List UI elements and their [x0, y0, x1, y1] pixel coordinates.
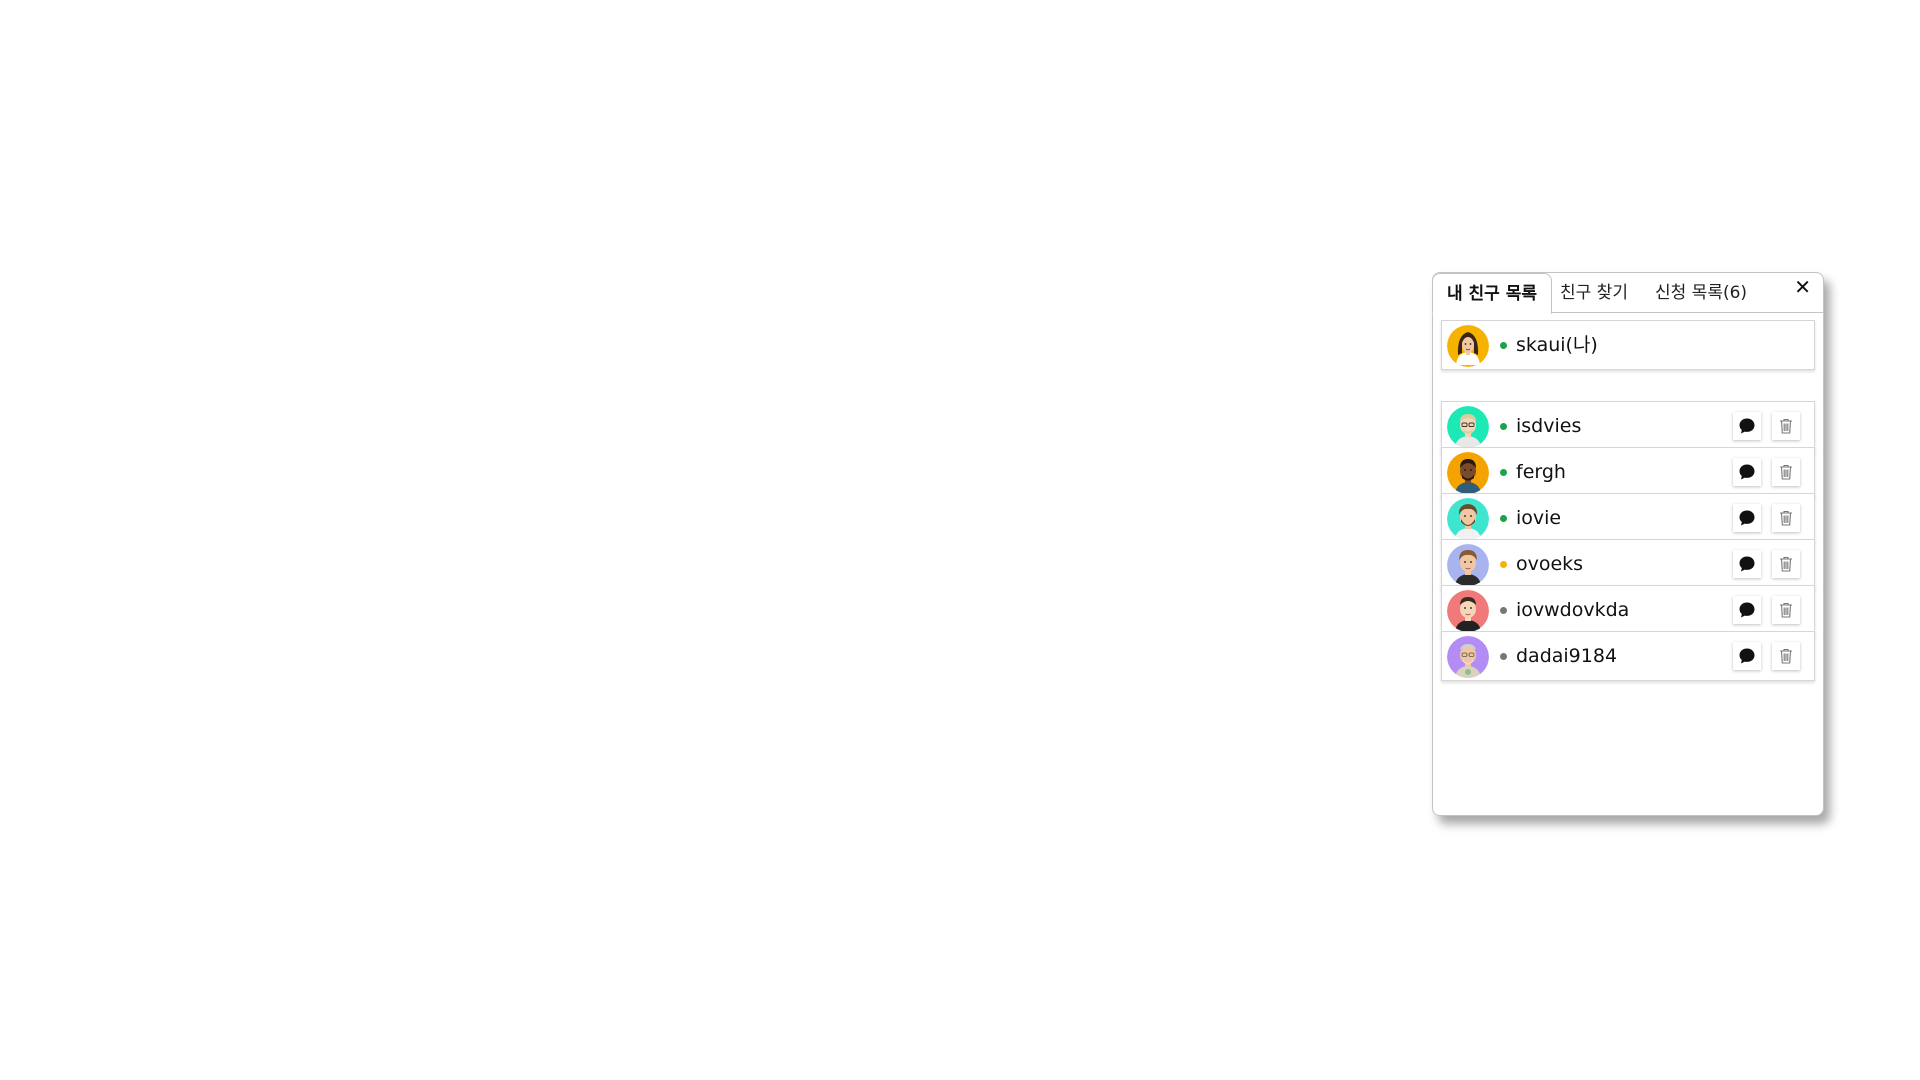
trash-icon — [1780, 602, 1792, 618]
old-man-avatar — [1447, 636, 1489, 678]
my-profile-row: skaui(나) — [1441, 320, 1815, 370]
delete-friend-button[interactable] — [1772, 550, 1800, 578]
status-dot — [1500, 607, 1507, 614]
chat-button[interactable] — [1733, 504, 1761, 532]
chat-button[interactable] — [1733, 642, 1761, 670]
brown-hair-man-avatar — [1447, 544, 1489, 586]
friend-name: isdvies — [1516, 415, 1582, 437]
friend-row: ovoeks — [1441, 539, 1815, 589]
friend-name: iovwdovkda — [1516, 599, 1630, 621]
status-dot — [1500, 423, 1507, 430]
trash-icon — [1780, 464, 1792, 480]
chat-bubble-icon — [1739, 464, 1755, 480]
friend-name: ovoeks — [1516, 553, 1584, 575]
friend-name: fergh — [1516, 461, 1566, 483]
trash-icon — [1780, 648, 1792, 664]
friend-name: dadai9184 — [1516, 645, 1618, 667]
chat-button[interactable] — [1733, 550, 1761, 578]
my-name: skaui(나) — [1516, 334, 1598, 356]
delete-friend-button[interactable] — [1772, 412, 1800, 440]
status-dot — [1500, 515, 1507, 522]
delete-friend-button[interactable] — [1772, 642, 1800, 670]
chat-button[interactable] — [1733, 412, 1761, 440]
avatar — [1447, 325, 1489, 367]
friends-panel: 내 친구 목록 친구 찾기 신청 목록(6) ✕ skaui(나) isdvie… — [1432, 272, 1824, 816]
friend-row: dadai9184 — [1441, 631, 1815, 681]
red-bg-man-avatar — [1447, 590, 1489, 632]
chat-button[interactable] — [1733, 596, 1761, 624]
friend-row: iovwdovkda — [1441, 585, 1815, 635]
status-dot — [1500, 469, 1507, 476]
glasses-man-avatar — [1447, 406, 1489, 448]
dark-man-avatar — [1447, 452, 1489, 494]
status-dot — [1500, 653, 1507, 660]
trash-icon — [1780, 418, 1792, 434]
trash-icon — [1780, 556, 1792, 572]
bearded-man-avatar — [1447, 498, 1489, 540]
friend-row: isdvies — [1441, 401, 1815, 451]
chat-bubble-icon — [1739, 418, 1755, 434]
delete-friend-button[interactable] — [1772, 596, 1800, 624]
status-dot — [1500, 342, 1507, 349]
friend-name: iovie — [1516, 507, 1562, 529]
chat-bubble-icon — [1739, 602, 1755, 618]
trash-icon — [1780, 510, 1792, 526]
close-button[interactable]: ✕ — [1794, 275, 1811, 299]
delete-friend-button[interactable] — [1772, 458, 1800, 486]
friend-row: fergh — [1441, 447, 1815, 497]
chat-button[interactable] — [1733, 458, 1761, 486]
chat-bubble-icon — [1739, 556, 1755, 572]
tab-requests[interactable]: 신청 목록(6) — [1655, 273, 1747, 313]
tab-find-friends[interactable]: 친구 찾기 — [1560, 273, 1628, 313]
tab-my-friends[interactable]: 내 친구 목록 — [1432, 273, 1552, 314]
chat-bubble-icon — [1739, 648, 1755, 664]
tab-bar: 내 친구 목록 친구 찾기 신청 목록(6) — [1432, 273, 1823, 314]
chat-bubble-icon — [1739, 510, 1755, 526]
delete-friend-button[interactable] — [1772, 504, 1800, 532]
friend-row: iovie — [1441, 493, 1815, 543]
status-dot — [1500, 561, 1507, 568]
